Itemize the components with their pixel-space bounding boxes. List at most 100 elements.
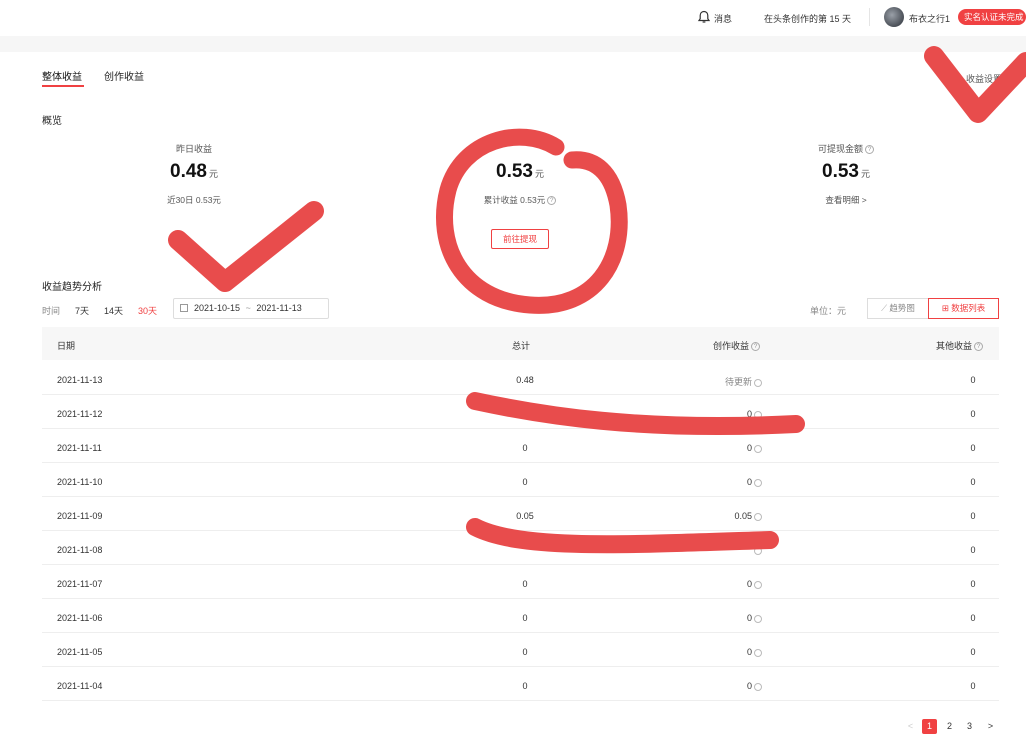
- cell-total: 0: [522, 647, 528, 657]
- cell-date: 2021-11-10: [57, 477, 103, 487]
- avatar[interactable]: [884, 7, 904, 27]
- info-icon[interactable]: [754, 614, 762, 623]
- total-income-number: 0.53: [496, 161, 533, 182]
- cell-creation: 待更新: [725, 375, 762, 388]
- info-icon[interactable]: [754, 648, 762, 657]
- cell-total: 0: [522, 477, 528, 487]
- table-row: 2021-11-06 0 0 0: [42, 599, 999, 633]
- help-icon[interactable]: ?: [547, 196, 557, 206]
- prev-page-button[interactable]: <: [903, 719, 918, 734]
- cell-creation: 0: [747, 477, 762, 487]
- cell-other: 0: [970, 545, 976, 555]
- cell-creation-value: 0.05: [734, 511, 752, 521]
- cumulative-income-label: 累计收益 0.53元: [483, 195, 546, 205]
- help-icon[interactable]: ?: [865, 145, 874, 155]
- info-icon[interactable]: [754, 546, 762, 555]
- cell-date: 2021-11-09: [57, 511, 103, 521]
- withdrawable-label: 可提现金额?: [776, 142, 916, 155]
- page-3-button[interactable]: 3: [962, 719, 977, 734]
- view-details-link[interactable]: 查看明细 >: [766, 194, 926, 206]
- tab-creation-income[interactable]: 创作收益: [104, 68, 144, 83]
- total-income-value: 0.53 元: [450, 161, 590, 183]
- cell-other: 0: [970, 681, 976, 691]
- info-icon[interactable]: [754, 378, 762, 387]
- date-separator: ~: [245, 303, 251, 313]
- username[interactable]: 布衣之行1: [909, 12, 950, 25]
- calendar-icon: [180, 304, 188, 312]
- table-row: 2021-11-11 0 0 0: [42, 429, 999, 463]
- cell-creation-value: 0: [746, 647, 752, 657]
- info-icon[interactable]: [754, 478, 762, 487]
- cell-other: 0: [970, 511, 976, 521]
- range-7-days[interactable]: 7天: [75, 304, 89, 317]
- table-row: 2021-11-08 0: [42, 531, 999, 565]
- yesterday-income-label: 昨日收益: [175, 144, 212, 154]
- cell-creation: 0: [747, 579, 762, 589]
- last-30-days-text: 近30日 0.53元: [167, 195, 221, 205]
- creation-days-text: 在头条创作的第 15 天: [764, 14, 852, 24]
- info-icon[interactable]: [754, 682, 762, 691]
- range-30-days[interactable]: 30天: [138, 304, 157, 317]
- table-row: 2021-11-13 0.48 待更新 0: [42, 361, 999, 395]
- active-tab-indicator: [42, 85, 84, 87]
- withdrawable-label-text: 可提现金额: [817, 144, 863, 154]
- info-icon[interactable]: [754, 410, 762, 419]
- help-icon[interactable]: ?: [974, 342, 984, 352]
- verify-badge[interactable]: 实名认证未完成: [958, 9, 1026, 25]
- top-bar: 消息 在头条创作的第 15 天 布衣之行1 实名认证未完成: [0, 0, 1026, 36]
- income-settings-link[interactable]: 收益设置: [966, 72, 1002, 85]
- cell-other: 0: [970, 443, 976, 453]
- yesterday-income-unit: 元: [208, 169, 218, 179]
- help-icon[interactable]: ?: [751, 342, 761, 352]
- page-1-button[interactable]: 1: [922, 719, 937, 734]
- checkmark-annotation: [168, 201, 324, 292]
- line-chart-icon: ⟋: [881, 303, 888, 313]
- cell-date: 2021-11-13: [57, 375, 103, 385]
- header-total: 总计: [512, 341, 531, 351]
- tab-overall-income[interactable]: 整体收益: [42, 68, 82, 83]
- data-list-label: 数据列表: [951, 303, 986, 313]
- info-icon[interactable]: [754, 444, 762, 453]
- data-list-button[interactable]: ⊞ 数据列表: [928, 298, 999, 319]
- withdrawable-unit: 元: [860, 169, 870, 179]
- table-row: 2021-11-05 0 0 0: [42, 633, 999, 667]
- cell-date: 2021-11-08: [57, 545, 103, 555]
- header-other: 其他收益?: [936, 339, 984, 352]
- cell-date: 2021-11-04: [57, 681, 103, 691]
- withdraw-button[interactable]: 前往提现: [491, 229, 549, 249]
- cell-creation-value: 0: [746, 409, 752, 419]
- date-start: 2021-10-15: [194, 303, 241, 313]
- table-row: 2021-11-10 0 0 0: [42, 463, 999, 497]
- cell-date: 2021-11-11: [57, 443, 102, 453]
- table-row: 2021-11-09 0.05 0.05 0: [42, 497, 999, 531]
- next-page-button[interactable]: >: [983, 719, 998, 734]
- cell-creation: 0: [747, 443, 762, 453]
- cell-date: 2021-11-05: [57, 647, 103, 657]
- info-icon[interactable]: [754, 512, 762, 521]
- cell-creation-value: 0: [746, 579, 752, 589]
- date-end: 2021-11-13: [256, 303, 302, 313]
- page-2-button[interactable]: 2: [942, 719, 957, 734]
- info-icon[interactable]: [754, 580, 762, 589]
- cell-creation-value: 待更新: [724, 377, 752, 387]
- cell-creation: 0: [747, 681, 762, 691]
- messages-link[interactable]: 消息: [714, 12, 732, 25]
- cell-date: 2021-11-07: [57, 579, 103, 589]
- range-14-days[interactable]: 14天: [104, 304, 123, 317]
- header-creation-label: 创作收益: [713, 341, 750, 351]
- cell-creation-value: 0: [746, 613, 752, 623]
- trend-chart-label: 趋势图: [889, 303, 915, 313]
- cell-total: 0.05: [516, 511, 534, 521]
- trend-chart-button[interactable]: ⟋ 趋势图: [867, 298, 929, 319]
- header-other-label: 其他收益: [936, 341, 973, 351]
- yesterday-income-value: 0.48 元: [124, 161, 264, 183]
- cell-other: 0: [970, 647, 976, 657]
- date-range-picker[interactable]: 2021-10-15 ~ 2021-11-13: [173, 298, 329, 319]
- cell-total: 0.48: [516, 375, 534, 385]
- cell-date: 2021-11-06: [57, 613, 103, 623]
- bell-icon[interactable]: [697, 10, 711, 24]
- table-row: 2021-11-07 0 0 0: [42, 565, 999, 599]
- header-band: [0, 36, 1026, 52]
- overview-title: 概览: [42, 116, 62, 127]
- cell-creation-value: 0: [746, 443, 752, 453]
